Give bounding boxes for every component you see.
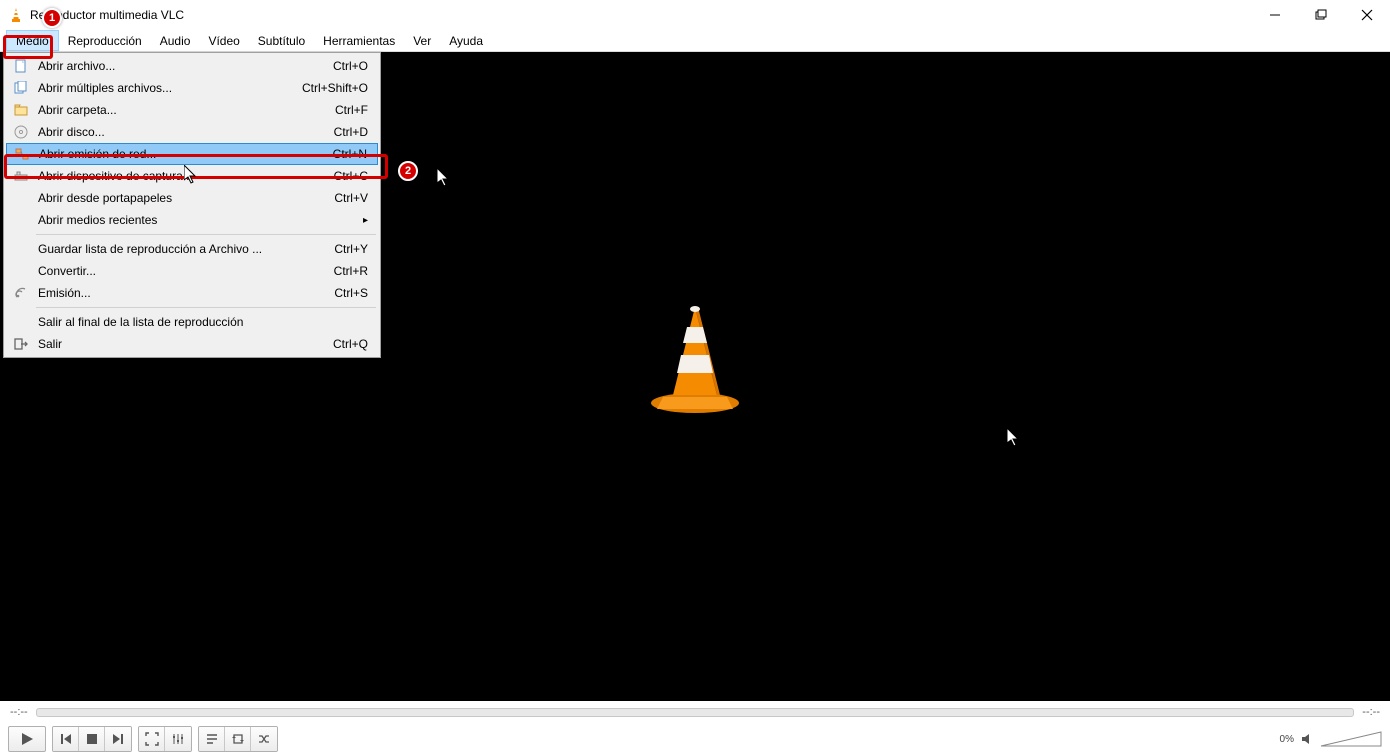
- play-button[interactable]: [8, 726, 46, 752]
- menu-stream[interactable]: Emisión... Ctrl+S: [6, 282, 378, 304]
- menu-bar: Medio Reproducción Audio Vídeo Subtítulo…: [0, 30, 1390, 52]
- volume-percent: 0%: [1280, 734, 1294, 745]
- random-button[interactable]: [251, 727, 277, 751]
- folder-icon: [10, 103, 32, 117]
- menu-open-disc[interactable]: Abrir disco... Ctrl+D: [6, 121, 378, 143]
- network-icon: [11, 147, 33, 161]
- file-icon: [10, 59, 32, 73]
- menu-medio[interactable]: Medio: [6, 30, 59, 51]
- view-group: [138, 726, 192, 752]
- menu-open-multiple[interactable]: Abrir múltiples archivos... Ctrl+Shift+O: [6, 77, 378, 99]
- files-icon: [10, 81, 32, 95]
- menu-quit[interactable]: Salir Ctrl+Q: [6, 333, 378, 355]
- maximize-button[interactable]: [1298, 0, 1344, 30]
- menu-open-file[interactable]: Abrir archivo... Ctrl+O: [6, 55, 378, 77]
- menu-reproduccion[interactable]: Reproducción: [59, 30, 151, 51]
- playlist-group: [198, 726, 278, 752]
- seek-bar-row: --:-- --:--: [0, 701, 1390, 723]
- disc-icon: [10, 125, 32, 139]
- speaker-icon[interactable]: [1300, 732, 1314, 746]
- menu-open-folder[interactable]: Abrir carpeta... Ctrl+F: [6, 99, 378, 121]
- menu-open-capture[interactable]: Abrir dispositivo de captura... Ctrl+C: [6, 165, 378, 187]
- menu-video[interactable]: Vídeo: [199, 30, 248, 51]
- stop-icon: [86, 733, 98, 745]
- menu-open-clipboard[interactable]: Abrir desde portapapeles Ctrl+V: [6, 187, 378, 209]
- menu-ayuda[interactable]: Ayuda: [440, 30, 492, 51]
- playback-group: [52, 726, 132, 752]
- menu-herramientas[interactable]: Herramientas: [314, 30, 404, 51]
- vlc-app-icon: [8, 7, 24, 23]
- extended-settings-button[interactable]: [165, 727, 191, 751]
- fullscreen-button[interactable]: [139, 727, 165, 751]
- menu-quit-end-playlist[interactable]: Salir al final de la lista de reproducci…: [6, 311, 378, 333]
- controls-row: 0%: [0, 723, 1390, 755]
- time-total: --:--: [1362, 706, 1380, 718]
- loop-icon: [231, 732, 245, 746]
- volume-area: 0%: [1280, 730, 1382, 748]
- stream-icon: [10, 286, 32, 300]
- shuffle-icon: [257, 732, 271, 746]
- menu-audio[interactable]: Audio: [151, 30, 200, 51]
- capture-icon: [10, 169, 32, 183]
- playlist-button[interactable]: [199, 727, 225, 751]
- menu-ver[interactable]: Ver: [404, 30, 440, 51]
- seek-slider[interactable]: [36, 708, 1355, 717]
- callout-1: 1: [42, 8, 62, 28]
- previous-button[interactable]: [53, 727, 79, 751]
- skip-previous-icon: [59, 732, 73, 746]
- menu-subtitulo[interactable]: Subtítulo: [249, 30, 314, 51]
- menu-recent-media[interactable]: Abrir medios recientes ▸: [6, 209, 378, 231]
- menu-convert[interactable]: Convertir... Ctrl+R: [6, 260, 378, 282]
- title-bar: Reproductor multimedia VLC: [0, 0, 1390, 30]
- play-icon: [20, 732, 34, 746]
- close-button[interactable]: [1344, 0, 1390, 30]
- playlist-icon: [205, 732, 219, 746]
- medio-dropdown: Abrir archivo... Ctrl+O Abrir múltiples …: [3, 52, 381, 358]
- fullscreen-icon: [145, 732, 159, 746]
- quit-icon: [10, 337, 32, 351]
- menu-save-playlist[interactable]: Guardar lista de reproducción a Archivo …: [6, 238, 378, 260]
- sliders-icon: [171, 732, 185, 746]
- window-controls: [1252, 0, 1390, 30]
- volume-slider[interactable]: [1320, 730, 1382, 748]
- submenu-arrow-icon: ▸: [363, 215, 368, 226]
- stop-button[interactable]: [79, 727, 105, 751]
- menu-separator: [36, 234, 376, 235]
- next-button[interactable]: [105, 727, 131, 751]
- minimize-button[interactable]: [1252, 0, 1298, 30]
- callout-2: 2: [398, 161, 418, 181]
- menu-separator: [36, 307, 376, 308]
- time-elapsed: --:--: [10, 706, 28, 718]
- skip-next-icon: [111, 732, 125, 746]
- loop-button[interactable]: [225, 727, 251, 751]
- vlc-cone-logo: [635, 297, 755, 417]
- menu-open-network-stream[interactable]: Abrir emisión de red... Ctrl+N: [6, 143, 378, 165]
